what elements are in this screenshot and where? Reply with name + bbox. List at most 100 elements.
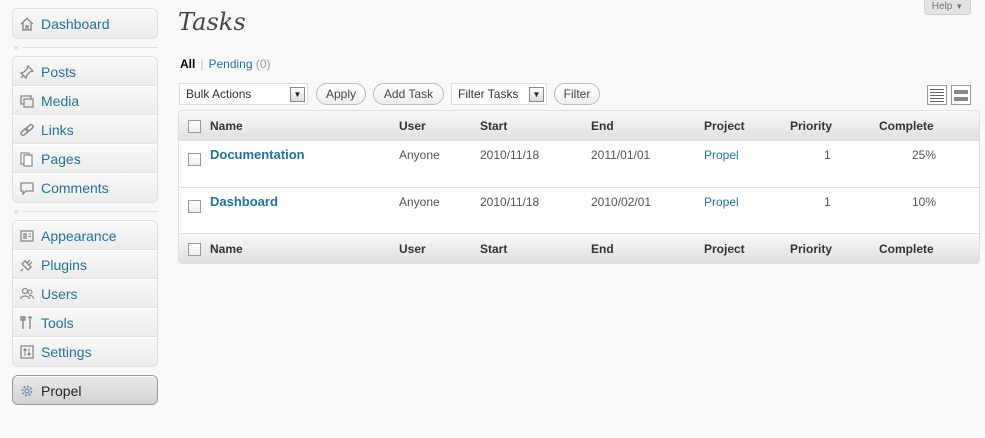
task-name-link[interactable]: Dashboard	[210, 194, 278, 209]
menu-item-propel[interactable]: Propel	[13, 376, 157, 404]
column-footer-user[interactable]: User	[399, 242, 426, 256]
filter-tasks-value: Filter Tasks	[458, 87, 519, 101]
filter-button[interactable]: Filter	[554, 83, 600, 105]
menu-label-settings: Settings	[41, 344, 92, 360]
column-header-end[interactable]: End	[591, 119, 614, 133]
excerpt-view-icon[interactable]	[951, 85, 971, 105]
column-footer-priority[interactable]: Priority	[790, 242, 832, 256]
menu-label-comments: Comments	[41, 180, 109, 196]
task-project-link[interactable]: Propel	[704, 148, 739, 162]
column-footer-project[interactable]: Project	[704, 242, 745, 256]
column-header-user[interactable]: User	[399, 119, 426, 133]
task-end: 2010/02/01	[591, 195, 652, 209]
menu-item-links[interactable]: Links	[13, 115, 157, 144]
add-task-button[interactable]: Add Task	[373, 83, 444, 105]
row-checkbox[interactable]	[188, 200, 201, 213]
home-icon	[19, 16, 35, 32]
menu-group-settings: Appearance Plugins Users Tools Settings	[12, 220, 158, 367]
menu-label-appearance: Appearance	[41, 227, 117, 244]
admin-menu: Dashboard « Posts Media Links Pages Comm…	[12, 8, 158, 405]
menu-item-users[interactable]: Users	[13, 279, 157, 308]
settings-icon	[19, 344, 35, 360]
task-priority: 1	[824, 148, 831, 162]
propel-gear-icon	[19, 383, 35, 399]
page-title: Tasks	[178, 8, 246, 36]
column-footer-complete[interactable]: Complete	[879, 242, 934, 256]
menu-item-pages[interactable]: Pages	[13, 144, 157, 173]
menu-item-posts[interactable]: Posts	[13, 57, 157, 86]
comment-icon	[19, 180, 35, 196]
pages-icon	[19, 151, 35, 167]
help-label: Help	[931, 0, 953, 12]
column-header-complete[interactable]: Complete	[879, 119, 934, 133]
menu-item-dashboard[interactable]: Dashboard	[13, 9, 157, 38]
column-footer-start[interactable]: Start	[480, 242, 507, 256]
menu-item-settings[interactable]: Settings	[13, 337, 157, 366]
column-footer-end[interactable]: End	[591, 242, 614, 256]
table-header-row: Name User Start End Project Priority Com…	[179, 111, 979, 141]
dropdown-arrow-icon: ▼	[290, 87, 305, 102]
task-user: Anyone	[399, 195, 440, 209]
task-complete: 10%	[912, 195, 937, 209]
menu-label-plugins: Plugins	[41, 256, 87, 273]
task-user: Anyone	[399, 148, 440, 162]
task-complete: 25%	[912, 148, 937, 162]
select-all-checkbox[interactable]	[188, 120, 201, 133]
menu-item-plugins[interactable]: Plugins	[13, 250, 157, 279]
filter-pending-count: (0)	[255, 57, 271, 71]
column-header-start[interactable]: Start	[480, 119, 507, 133]
bulk-actions-select[interactable]: Bulk Actions ▼	[179, 83, 308, 105]
menu-label-pages: Pages	[41, 150, 81, 167]
menu-label-tools: Tools	[41, 314, 74, 331]
filter-separator: |	[200, 57, 204, 71]
bulk-actions-value: Bulk Actions	[186, 87, 252, 101]
menu-group-dashboard: Dashboard	[12, 8, 158, 39]
select-all-checkbox[interactable]	[188, 243, 201, 256]
task-priority: 1	[824, 195, 831, 209]
menu-item-tools[interactable]: Tools	[13, 308, 157, 337]
users-icon	[19, 286, 35, 302]
filter-pending-link[interactable]: Pending	[208, 57, 252, 71]
task-name-link[interactable]: Documentation	[210, 147, 305, 162]
row-checkbox[interactable]	[188, 153, 201, 166]
menu-label-dashboard: Dashboard	[41, 16, 110, 32]
column-header-priority[interactable]: Priority	[790, 119, 832, 133]
tools-icon	[19, 315, 35, 331]
task-end: 2011/01/01	[591, 148, 651, 162]
menu-label-users: Users	[41, 285, 78, 302]
plugin-icon	[19, 257, 35, 273]
menu-group-propel: Propel	[12, 375, 158, 405]
filter-all-link[interactable]: All	[180, 57, 195, 71]
menu-item-media[interactable]: Media	[13, 86, 157, 115]
menu-item-comments[interactable]: Comments	[13, 173, 157, 202]
dropdown-arrow-icon: ▼	[529, 87, 544, 102]
media-icon	[19, 93, 35, 109]
status-filter-links: All | Pending (0)	[180, 57, 271, 71]
column-header-project[interactable]: Project	[704, 119, 745, 133]
menu-label-media: Media	[41, 92, 80, 109]
menu-item-appearance[interactable]: Appearance	[13, 221, 157, 250]
task-project-link[interactable]: Propel	[704, 195, 739, 209]
apply-button[interactable]: Apply	[316, 83, 366, 105]
menu-label-links: Links	[41, 121, 74, 138]
table-row: Documentation Anyone 2010/11/18 2011/01/…	[179, 141, 979, 187]
column-header-name[interactable]: Name	[210, 119, 243, 133]
menu-label-posts: Posts	[41, 63, 77, 80]
filter-tasks-select[interactable]: Filter Tasks ▼	[451, 83, 547, 105]
column-footer-name[interactable]: Name	[210, 242, 243, 256]
list-view-icon[interactable]	[927, 85, 947, 105]
chevron-down-icon: ▼	[955, 1, 964, 11]
table-row: Dashboard Anyone 2010/11/18 2010/02/01 P…	[179, 187, 979, 233]
menu-label-propel: Propel	[41, 382, 82, 399]
menu-separator[interactable]: «	[12, 205, 158, 218]
help-tab[interactable]: Help ▼	[924, 0, 971, 15]
tasks-table: Name User Start End Project Priority Com…	[178, 110, 980, 264]
link-icon	[19, 122, 35, 138]
task-start: 2010/11/18	[480, 148, 540, 162]
menu-separator[interactable]: «	[12, 41, 158, 54]
menu-group-content: Posts Media Links Pages Comments	[12, 56, 158, 203]
task-start: 2010/11/18	[480, 195, 540, 209]
table-footer-row: Name User Start End Project Priority Com…	[179, 233, 979, 263]
appearance-icon	[19, 228, 35, 244]
pushpin-icon	[19, 64, 35, 80]
